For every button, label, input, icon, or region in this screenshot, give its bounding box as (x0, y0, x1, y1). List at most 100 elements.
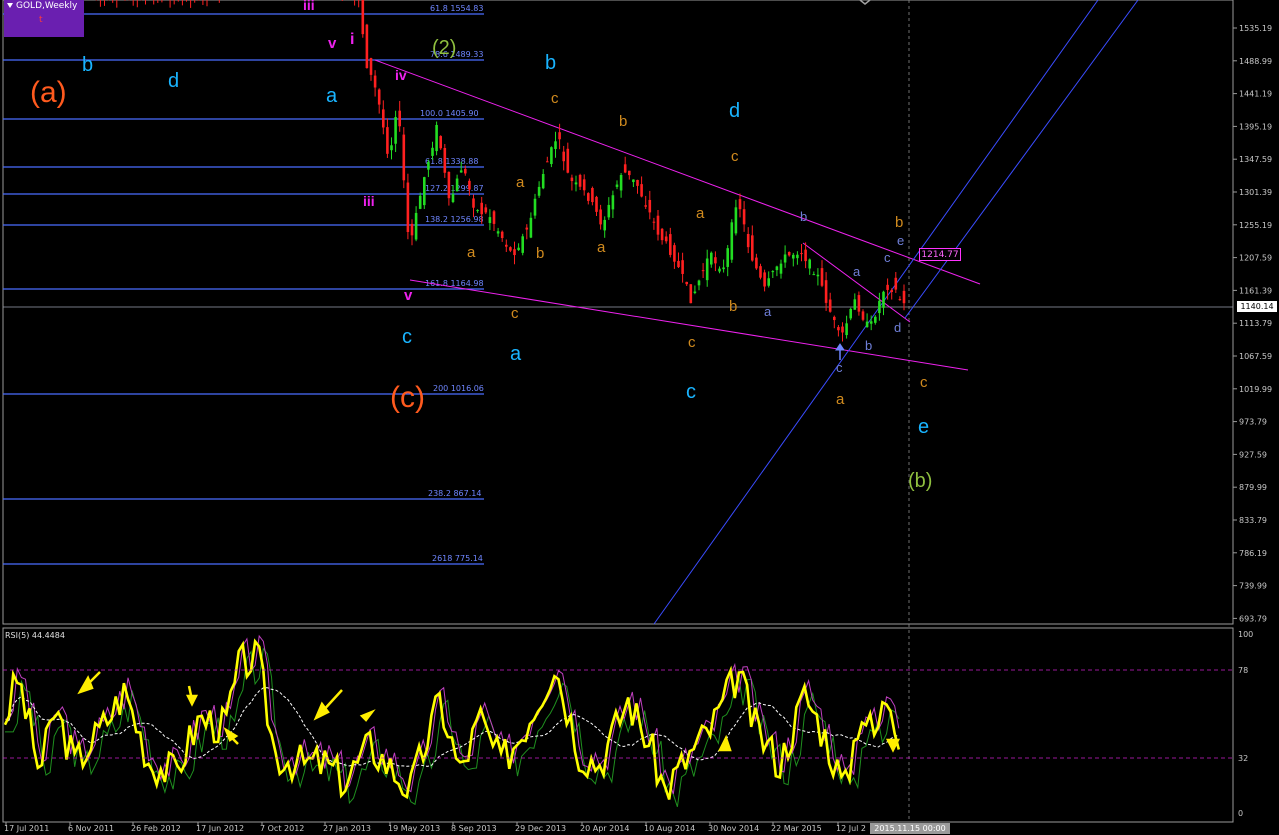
current-price-tag: 1140.14 (1237, 301, 1277, 312)
candle-body (599, 209, 602, 225)
candle-body (541, 174, 545, 189)
candle-body (849, 308, 852, 319)
candle-body (455, 178, 459, 192)
symbol-title[interactable]: GOLD,Weekly t (4, 0, 84, 37)
candle-body (853, 299, 857, 310)
candle-body (759, 266, 762, 278)
rsi-axis-label: 0 (1238, 809, 1243, 818)
candle-body (656, 215, 660, 235)
candle-body (644, 205, 647, 207)
candle-body (603, 219, 606, 231)
candle-body (570, 177, 574, 182)
price-panel-frame (2, 0, 1234, 625)
candle-body (513, 249, 516, 256)
candle-body (427, 161, 430, 170)
price-axis-label: 1488.99 (1239, 57, 1272, 66)
rsi-panel-frame (2, 627, 1234, 823)
candle-body (406, 182, 410, 233)
candle-body (578, 174, 582, 187)
candle-body (685, 281, 688, 285)
price-axis-label: 1161.39 (1239, 286, 1272, 295)
candle-body (459, 170, 463, 173)
candle-body (492, 211, 496, 224)
candle-body (398, 110, 401, 127)
candle-body (517, 247, 520, 251)
candle-body (509, 247, 512, 251)
price-axis-label: 1255.19 (1239, 221, 1272, 230)
candle-body (464, 168, 467, 174)
rsi-axis-label: 100 (1238, 630, 1253, 639)
dropdown-triangle-icon (7, 3, 13, 8)
wave-label: e (918, 416, 929, 438)
candle-body (874, 316, 877, 323)
candle-body (742, 209, 746, 225)
candle-body (595, 196, 598, 212)
candle-body (451, 194, 455, 203)
wave-label: (2) (432, 37, 456, 59)
candle-body (751, 235, 754, 261)
wave-label: c (731, 148, 739, 165)
candle-body (558, 132, 561, 140)
wave-label: c (688, 334, 696, 351)
wave-label: v (404, 287, 413, 304)
candle-body (435, 124, 438, 152)
wave-label: d (729, 100, 740, 122)
price-axis-label: 693.79 (1239, 614, 1267, 623)
candle-body (714, 257, 717, 264)
candle-body (800, 253, 803, 255)
candle-body (480, 202, 483, 215)
candle-body (837, 327, 840, 331)
candle-body (533, 198, 537, 216)
price-axis-label: 927.59 (1239, 450, 1267, 459)
wave-label: d (894, 320, 901, 335)
wave-label: b (619, 113, 627, 130)
candle-body (763, 272, 766, 287)
candle-body (701, 270, 705, 272)
fib-label: 100.0 1405.90 (420, 109, 479, 118)
time-axis-label: 22 Mar 2015 (771, 824, 822, 833)
price-axis-label: 833.79 (1239, 516, 1267, 525)
crosshair-time-tag: 2015.11.15 00:00 (870, 823, 950, 834)
candle-body (525, 227, 529, 230)
candle-body (882, 291, 885, 308)
time-axis-label: 17 Jul 2011 (4, 824, 49, 833)
price-axis-label: 1395.19 (1239, 122, 1272, 131)
candle-body (611, 195, 615, 210)
candle-body (746, 234, 750, 248)
candle-body (652, 221, 656, 223)
candle-body (414, 212, 418, 240)
candle-body (546, 161, 549, 163)
candle-body (775, 266, 779, 271)
fib-label: 2618 775.14 (432, 554, 483, 563)
candle-body (591, 187, 594, 203)
level-price-tag: 1214.77 (919, 248, 961, 261)
wave-label: iv (395, 67, 407, 83)
fib-label: 61.8 1554.83 (430, 4, 483, 13)
candle-body (566, 148, 570, 173)
candle-body (496, 231, 500, 234)
candle-body (660, 228, 664, 241)
candle-body (468, 180, 471, 190)
candle-body (587, 193, 590, 201)
candle-body (607, 204, 611, 218)
wave-label: a (467, 244, 476, 261)
candle-body (382, 109, 385, 128)
candle-body (681, 260, 684, 274)
candle-body (418, 195, 422, 209)
time-axis-label: 7 Oct 2012 (260, 824, 304, 833)
candle-body (500, 231, 504, 239)
wave-label: i (350, 31, 354, 48)
wave-label: c (884, 250, 891, 265)
chart-canvas[interactable]: 61.8 1554.83 78.6 1489.33 100.0 1405.90 … (0, 0, 1279, 835)
candle-body (488, 217, 492, 224)
rsi-axis: 100 78 32 0 (1238, 630, 1253, 818)
candle-body (718, 268, 721, 272)
candle-body (710, 252, 713, 265)
rsi-axis-label: 78 (1238, 666, 1248, 675)
time-axis-label: 30 Nov 2014 (708, 824, 759, 833)
candle-body (582, 179, 586, 191)
wave-label: iii (363, 193, 375, 209)
candle-body (898, 299, 902, 301)
candle-body (726, 248, 729, 267)
candle-body (820, 268, 824, 286)
